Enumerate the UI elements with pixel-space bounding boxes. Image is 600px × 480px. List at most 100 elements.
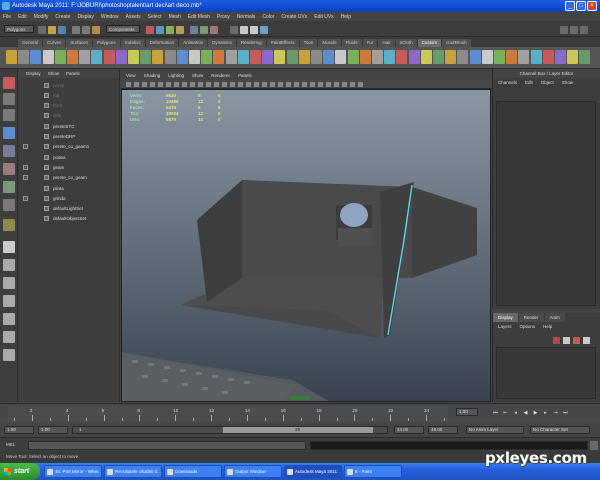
select-tool-icon[interactable] bbox=[3, 77, 15, 89]
menu-assets[interactable]: Assets bbox=[126, 14, 141, 20]
viewport-tool-icon[interactable] bbox=[350, 82, 355, 87]
command-input[interactable] bbox=[28, 441, 306, 450]
scale-tool-icon[interactable] bbox=[3, 163, 15, 175]
shelf-tool-icon[interactable] bbox=[30, 50, 42, 64]
menu-window[interactable]: Window bbox=[101, 14, 119, 20]
layer-menu-layers[interactable]: Layers bbox=[498, 324, 512, 329]
channel-menu-channels[interactable]: Channels bbox=[498, 80, 517, 85]
shelf-tool-icon[interactable] bbox=[140, 50, 152, 64]
menu-set-dropdown[interactable]: Polygons bbox=[4, 25, 34, 33]
range-bar[interactable]: 1 25 bbox=[72, 426, 388, 434]
ipr-render-icon[interactable] bbox=[250, 26, 258, 34]
outliner-item[interactable]: geam bbox=[44, 163, 64, 171]
viewport-tool-icon[interactable] bbox=[198, 82, 203, 87]
menu-proxy[interactable]: Proxy bbox=[217, 14, 230, 20]
outliner-item[interactable]: perete_cu_geam bbox=[44, 174, 87, 182]
taskbar-button[interactable]: Downloads bbox=[164, 465, 222, 478]
face-mask-icon[interactable] bbox=[166, 26, 174, 34]
channel-menu-show[interactable]: Show bbox=[562, 80, 573, 85]
viewport-menu-shading[interactable]: Shading bbox=[144, 73, 161, 78]
lasso-tool-icon[interactable] bbox=[3, 93, 15, 105]
viewport-tool-icon[interactable] bbox=[166, 82, 171, 87]
viewport-menu-panels[interactable]: Panels bbox=[238, 73, 252, 78]
layer-menu-help[interactable]: Help bbox=[543, 324, 552, 329]
layout-two-stacked-icon[interactable] bbox=[3, 295, 15, 307]
show-manipulator-icon[interactable] bbox=[3, 219, 15, 231]
shelf-tool-icon[interactable] bbox=[433, 50, 444, 64]
uv-mask-icon[interactable] bbox=[176, 26, 184, 34]
minimize-button[interactable]: _ bbox=[565, 1, 575, 11]
layout-four-icon[interactable] bbox=[3, 259, 15, 271]
shelf-tool-icon[interactable] bbox=[115, 50, 127, 64]
shelf-tool-icon[interactable] bbox=[408, 50, 420, 64]
viewport-tool-icon[interactable] bbox=[206, 82, 211, 87]
menu-help[interactable]: Help bbox=[341, 14, 351, 20]
shelf-tool-icon[interactable] bbox=[555, 50, 566, 64]
command-language-label[interactable]: MEL bbox=[6, 442, 15, 447]
shelf-tab-toon[interactable]: Toon bbox=[299, 39, 318, 47]
rotate-tool-icon[interactable] bbox=[3, 145, 15, 157]
paint-select-icon[interactable] bbox=[3, 109, 15, 121]
viewport-tool-icon[interactable] bbox=[158, 82, 163, 87]
outliner-item[interactable]: defaultObjectSet bbox=[44, 215, 86, 223]
vertex-mask-icon[interactable] bbox=[146, 26, 154, 34]
layer-menu-options[interactable]: Options bbox=[520, 324, 536, 329]
layer-list[interactable] bbox=[496, 347, 596, 399]
soft-mod-tool-icon[interactable] bbox=[3, 199, 15, 211]
outliner-item[interactable]: podea bbox=[44, 153, 66, 161]
shelf-tool-icon[interactable] bbox=[359, 50, 371, 64]
shelf-tool-icon[interactable] bbox=[396, 50, 408, 64]
viewport-tool-icon[interactable] bbox=[278, 82, 283, 87]
shelf-tool-icon[interactable] bbox=[6, 50, 17, 64]
shelf-tool-icon[interactable] bbox=[506, 50, 518, 64]
tool-settings-toggle-icon[interactable] bbox=[570, 26, 578, 34]
outliner-item[interactable]: grinda bbox=[44, 194, 66, 202]
shelf-tab-curves[interactable]: Curves bbox=[43, 39, 66, 47]
select-hierarchy-icon[interactable] bbox=[72, 26, 80, 34]
menu-create-uvs[interactable]: Create UVs bbox=[281, 14, 307, 20]
shelf-tool-icon[interactable] bbox=[518, 50, 530, 64]
shelf-tool-icon[interactable] bbox=[201, 50, 213, 64]
shelf-tab-subdivs[interactable]: Subdivs bbox=[120, 39, 145, 47]
menu-color[interactable]: Color bbox=[262, 14, 274, 20]
shelf-tool-icon[interactable] bbox=[494, 50, 505, 64]
selection-mode-dropdown[interactable]: Components bbox=[106, 25, 140, 33]
outliner-item[interactable]: side bbox=[44, 112, 61, 120]
new-scene-icon[interactable] bbox=[38, 26, 46, 34]
shelf-tab-hair[interactable]: Hair bbox=[378, 39, 395, 47]
shelf-tool-icon[interactable] bbox=[274, 50, 286, 64]
expand-icon[interactable]: + bbox=[23, 164, 28, 170]
shelf-tab-dynamics[interactable]: Dynamics bbox=[208, 39, 236, 47]
anim-layer-dropdown[interactable]: No Anim Layer bbox=[466, 426, 524, 434]
playback-end-field[interactable]: 24.00 bbox=[394, 426, 424, 434]
shelf-tool-icon[interactable] bbox=[384, 50, 396, 64]
taskbar-button[interactable]: 40. Port Mirror - Wher... bbox=[44, 465, 102, 478]
shelf-tool-icon[interactable] bbox=[311, 50, 322, 64]
taskbar-button[interactable]: Output Window bbox=[224, 465, 282, 478]
script-editor-icon[interactable] bbox=[590, 441, 598, 450]
shelf-tab-muscle[interactable]: Muscle bbox=[318, 39, 341, 47]
step-back-key-icon[interactable]: ⇤ bbox=[502, 410, 509, 417]
layer-tab-render[interactable]: Render bbox=[518, 313, 544, 322]
expand-icon[interactable]: + bbox=[23, 144, 28, 150]
step-forward-frame-icon[interactable]: ▸ bbox=[542, 410, 549, 417]
shelf-tool-icon[interactable] bbox=[445, 50, 457, 64]
layout-hypershade-icon[interactable] bbox=[3, 349, 15, 361]
viewport-menu-renderer[interactable]: Renderer bbox=[211, 73, 230, 78]
close-button[interactable]: × bbox=[587, 1, 597, 11]
shelf-tool-icon[interactable] bbox=[420, 50, 432, 64]
shelf-tool-icon[interactable] bbox=[189, 50, 200, 64]
shelf-tool-icon[interactable] bbox=[164, 50, 176, 64]
viewport-tool-icon[interactable] bbox=[142, 82, 147, 87]
shelf-tab-animation[interactable]: Animation bbox=[179, 39, 208, 47]
expand-icon[interactable]: + bbox=[23, 195, 28, 201]
new-layer-icon[interactable] bbox=[553, 337, 560, 344]
open-scene-icon[interactable] bbox=[48, 26, 56, 34]
layout-outliner-persp-icon[interactable] bbox=[3, 313, 15, 325]
shelf-tool-icon[interactable] bbox=[67, 50, 78, 64]
play-backwards-icon[interactable]: ◀ bbox=[522, 410, 529, 417]
shelf-tool-icon[interactable] bbox=[54, 50, 66, 64]
shelf-tab-custom[interactable]: Custom bbox=[417, 39, 442, 47]
shelf-tab-surfaces[interactable]: Surfaces bbox=[66, 39, 93, 47]
shelf-tool-icon[interactable] bbox=[42, 50, 54, 64]
